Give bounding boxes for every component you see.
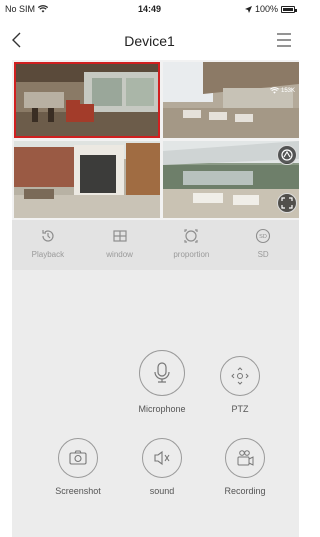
screenshot-circle (58, 438, 98, 478)
bitrate-label: 153K (280, 87, 295, 94)
page-title: Device1 (124, 33, 175, 49)
menu-button[interactable] (275, 30, 293, 50)
screenshot-label: Screenshot (55, 486, 101, 496)
quality-button[interactable]: SD SD (227, 220, 299, 270)
video-toolbar: Playback window proportion SD SD (12, 220, 299, 270)
recording-label: Recording (224, 486, 266, 496)
microphone-label: Microphone (138, 404, 186, 414)
camera-feed-image (14, 62, 160, 138)
fullscreen-icon (281, 197, 293, 209)
camera-feed-image (14, 141, 160, 218)
zoom-button[interactable] (277, 145, 297, 165)
ptz-label: PTZ (231, 404, 249, 414)
hamburger-icon (277, 33, 291, 47)
nav-bar: Device1 (0, 20, 299, 60)
location-arrow-icon (244, 5, 252, 13)
video-cell-2[interactable]: 153K (163, 62, 299, 138)
recording-button[interactable]: Recording (217, 438, 273, 496)
camera-icon (69, 450, 87, 465)
wifi-icon (270, 87, 279, 94)
sound-button[interactable]: sound (135, 438, 189, 496)
quality-label: SD (257, 250, 269, 259)
sound-label: sound (149, 486, 175, 496)
control-panel: Microphone PTZ Screenshot sound Recordin… (12, 270, 299, 537)
camera-feed-image (163, 62, 299, 138)
battery-percent: 100% (254, 4, 278, 14)
zoom-icon (281, 149, 293, 161)
speaker-mute-icon (154, 450, 170, 466)
aspect-ratio-icon (184, 229, 198, 243)
ptz-arrows-icon (231, 367, 249, 385)
video-grid: 153K (12, 60, 299, 220)
playback-label: Playback (31, 250, 65, 259)
sd-quality-icon: SD (256, 228, 271, 244)
screenshot-button[interactable]: Screenshot (50, 438, 106, 496)
status-right: 100% (244, 4, 297, 14)
window-button[interactable]: window (84, 220, 156, 270)
microphone-button[interactable]: Microphone (134, 350, 190, 414)
fullscreen-button[interactable] (277, 193, 297, 213)
microphone-circle (139, 350, 185, 396)
video-camera-icon (237, 450, 254, 466)
playback-button[interactable]: Playback (12, 220, 84, 270)
microphone-icon (154, 362, 170, 383)
grid-icon (113, 230, 127, 242)
window-label: window (106, 250, 133, 259)
svg-text:SD: SD (259, 234, 267, 240)
proportion-button[interactable]: proportion (156, 220, 228, 270)
recording-circle (225, 438, 265, 478)
video-cell-4[interactable] (163, 141, 299, 218)
battery-icon (281, 5, 297, 13)
video-cell-1[interactable] (14, 62, 160, 138)
ptz-button[interactable]: PTZ (220, 356, 260, 414)
video-cell-3[interactable] (14, 141, 160, 218)
bitrate-indicator: 153K (270, 87, 295, 94)
sound-circle (142, 438, 182, 478)
proportion-label: proportion (173, 250, 210, 259)
ptz-circle (220, 356, 260, 396)
history-icon (42, 230, 54, 242)
status-bar: No SIM 14:49 100% (0, 0, 299, 20)
